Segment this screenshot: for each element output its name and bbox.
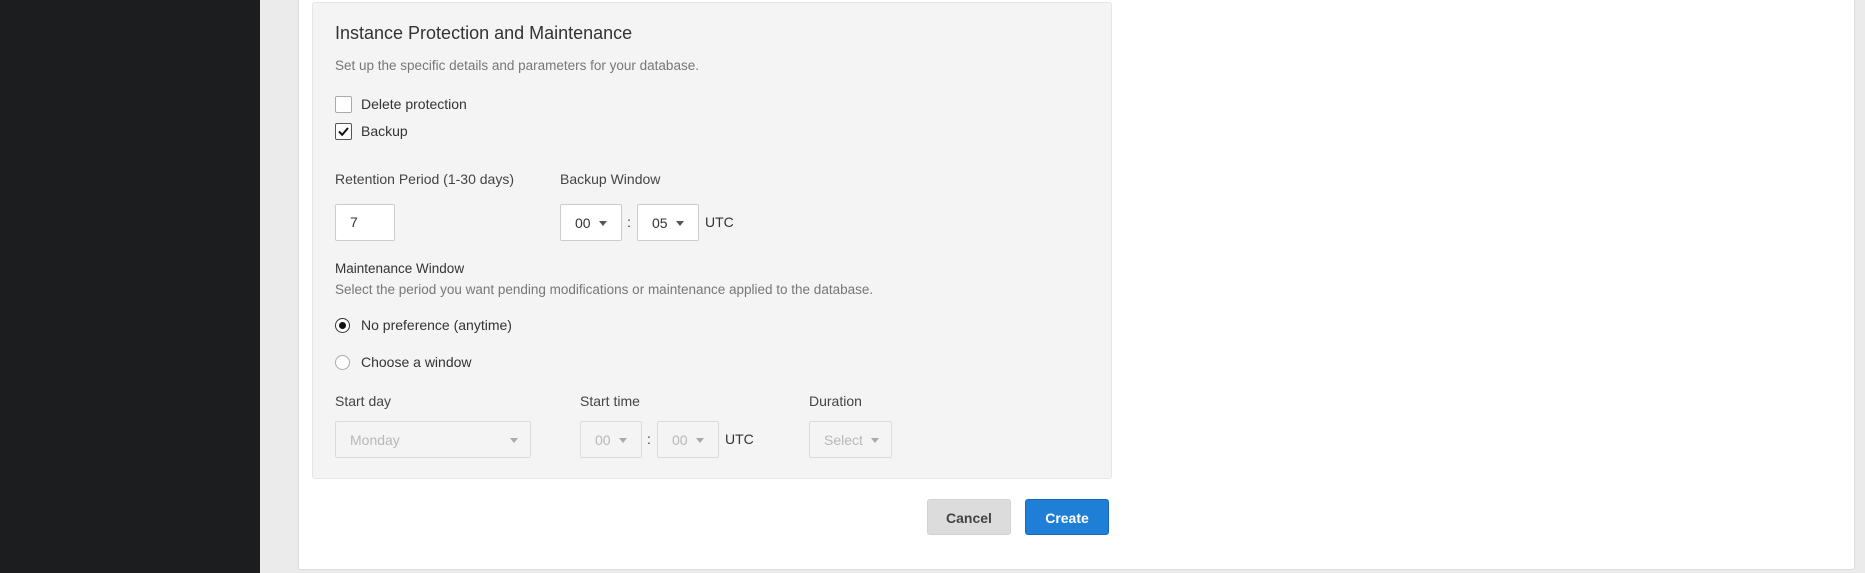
time-separator: : xyxy=(647,431,651,447)
backup-window-label: Backup Window xyxy=(560,171,661,187)
backup-hour-select[interactable]: 00 xyxy=(560,204,622,241)
section-title: Instance Protection and Maintenance xyxy=(335,23,633,43)
no-preference-radio[interactable] xyxy=(335,318,350,333)
start-minute-select[interactable]: 00 xyxy=(657,421,719,458)
chevron-down-icon xyxy=(676,221,684,226)
maintenance-window-title: Maintenance Window xyxy=(335,261,465,276)
backup-checkbox[interactable] xyxy=(335,123,352,140)
chevron-down-icon xyxy=(619,438,627,443)
check-icon xyxy=(338,127,349,137)
cancel-button[interactable]: Cancel xyxy=(927,499,1011,535)
backup-label[interactable]: Backup xyxy=(361,123,408,139)
main-area: Instance Protection and Maintenance Set … xyxy=(260,0,1865,573)
choose-window-label[interactable]: Choose a window xyxy=(361,354,472,370)
instance-protection-section: Instance Protection and Maintenance Set … xyxy=(312,2,1112,479)
start-hour-select[interactable]: 00 xyxy=(580,421,642,458)
maintenance-window-description: Select the period you want pending modif… xyxy=(335,282,874,297)
time-separator: : xyxy=(627,214,631,230)
start-day-value: Monday xyxy=(350,432,400,448)
start-hour-value: 00 xyxy=(595,432,611,448)
duration-select[interactable]: Select xyxy=(809,421,892,458)
backup-minute-select[interactable]: 05 xyxy=(637,204,699,241)
start-minute-value: 00 xyxy=(672,432,688,448)
chevron-down-icon xyxy=(599,221,607,226)
create-button[interactable]: Create xyxy=(1025,499,1109,535)
delete-protection-checkbox[interactable] xyxy=(335,96,352,113)
choose-window-radio[interactable] xyxy=(335,355,350,370)
start-time-label: Start time xyxy=(580,393,640,409)
radio-dot xyxy=(339,322,346,329)
left-sidebar xyxy=(0,0,260,573)
delete-protection-label[interactable]: Delete protection xyxy=(361,96,467,112)
form-card: Instance Protection and Maintenance Set … xyxy=(298,0,1855,570)
chevron-down-icon xyxy=(510,438,518,443)
start-day-label: Start day xyxy=(335,393,392,409)
start-time-timezone: UTC xyxy=(725,431,754,447)
section-subtitle: Set up the specific details and paramete… xyxy=(335,58,699,73)
duration-label: Duration xyxy=(809,393,862,409)
backup-minute-value: 05 xyxy=(652,215,668,231)
chevron-down-icon xyxy=(696,438,704,443)
no-preference-label[interactable]: No preference (anytime) xyxy=(361,317,512,333)
backup-timezone: UTC xyxy=(705,214,734,230)
chevron-down-icon xyxy=(871,438,879,443)
start-day-select[interactable]: Monday xyxy=(335,421,531,458)
retention-period-label: Retention Period (1-30 days) xyxy=(335,171,514,187)
duration-value: Select xyxy=(824,432,863,448)
retention-period-input[interactable]: 7 xyxy=(335,204,395,241)
backup-hour-value: 00 xyxy=(575,215,591,231)
